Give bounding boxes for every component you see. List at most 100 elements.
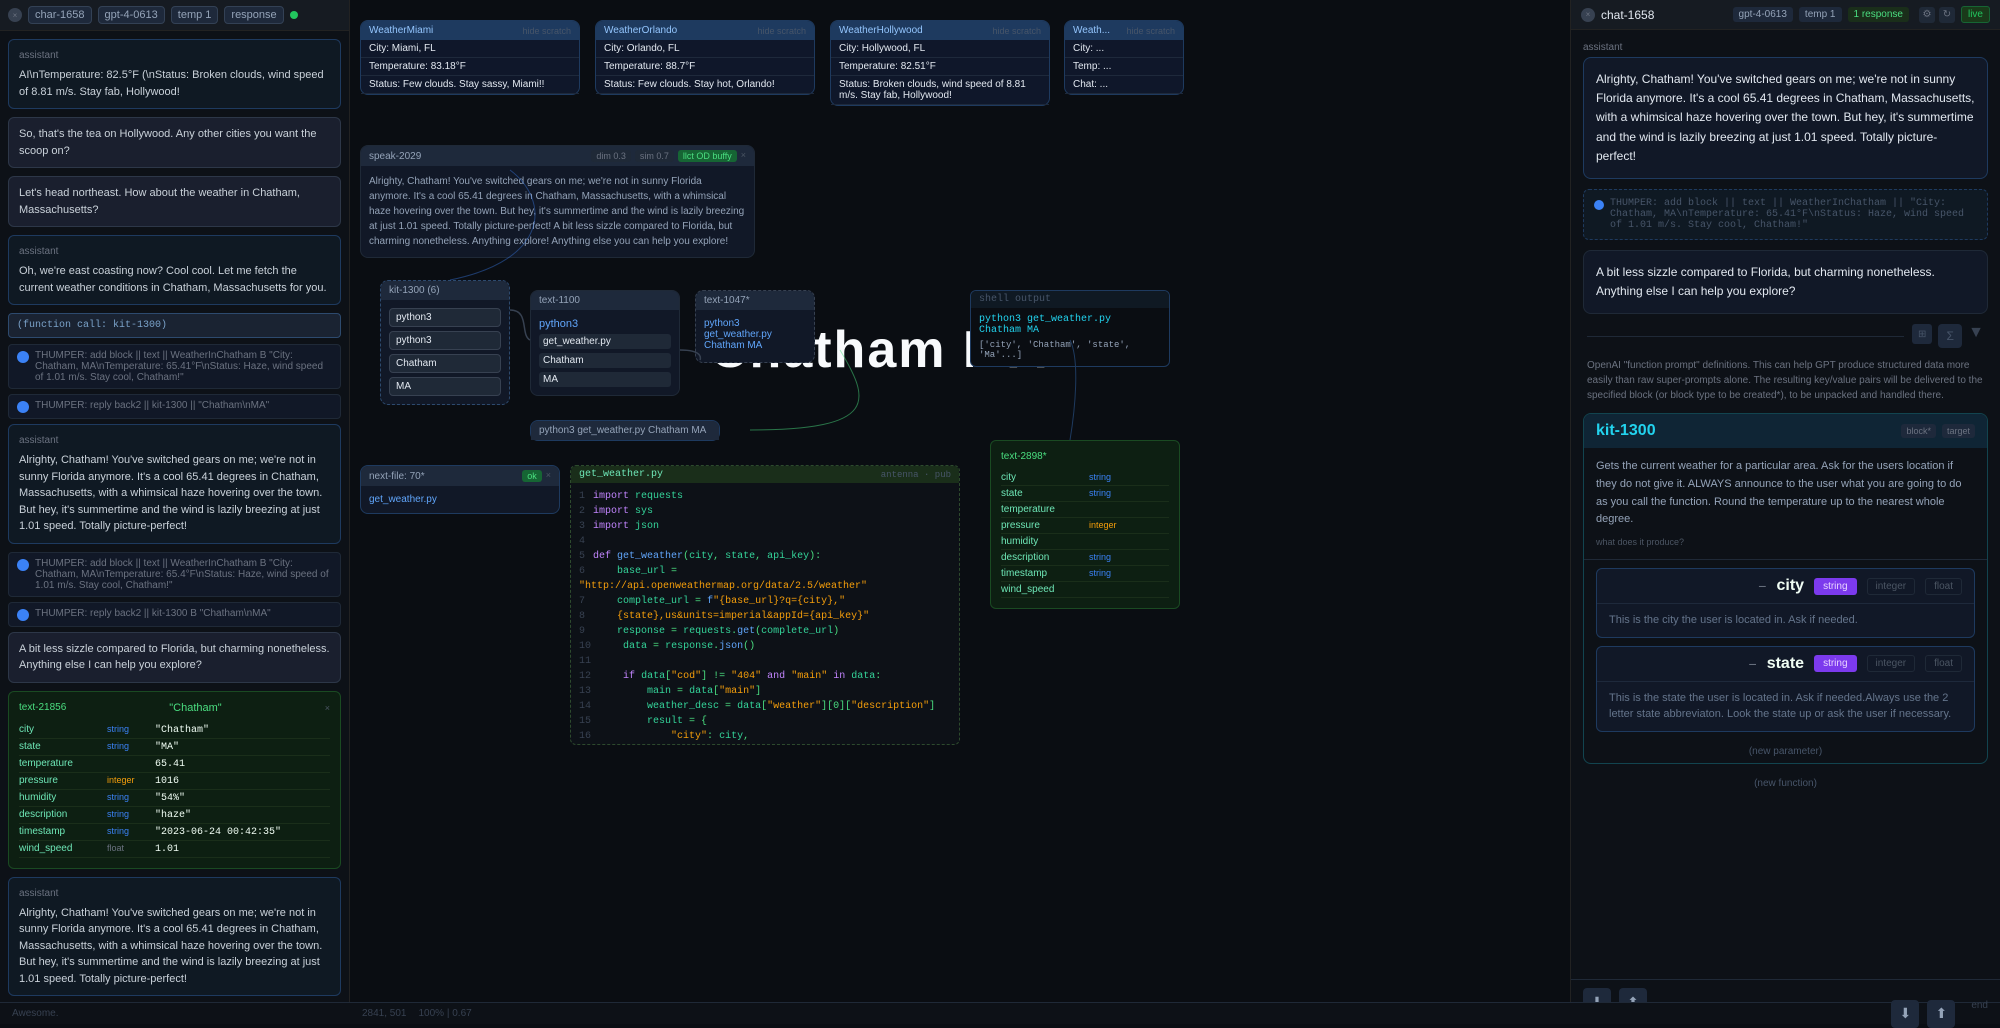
thumper-text-3: THUMPER: reply back2 || kit-1300 B "Chat… — [35, 608, 271, 619]
code-line-14: 14 weather_desc = data["weather"][0]["de… — [579, 699, 951, 714]
weather-orlando-temp: Temperature: 88.7°F — [596, 58, 814, 76]
close-button[interactable]: × — [8, 8, 22, 22]
right-kit-meta: block* target — [1901, 424, 1975, 438]
shell-output-text: ['city', 'Chatham', 'state', 'Ma'...] — [979, 340, 1161, 360]
right-kit-desc-text: Gets the current weather for a particula… — [1596, 460, 1961, 525]
code-line-8: 8 {state},us&units=imperial&appId={api_k… — [579, 609, 951, 624]
city-minus[interactable]: − — [1758, 578, 1766, 594]
code-line-4: 4 — [579, 534, 951, 549]
state-type-string[interactable]: string — [1814, 655, 1856, 672]
code-line-15: 15 result = { — [579, 714, 951, 729]
kit-input-chatham[interactable]: Chatham — [389, 354, 501, 373]
state-minus[interactable]: − — [1749, 656, 1757, 672]
next-file-badge-ok: ok — [522, 470, 542, 482]
hide-scratch-miami[interactable]: hide scratch — [522, 26, 571, 36]
next-file-node: next-file: 70* ok × get_weather.py — [360, 465, 560, 514]
thumper-text-0: THUMPER: add block || text || WeatherInC… — [35, 350, 332, 383]
thumper-line-3: THUMPER: reply back2 || kit-1300 B "Chat… — [8, 602, 341, 627]
right-close-button[interactable]: × — [1581, 8, 1595, 22]
kit-1300-id: kit-1300 (6) — [389, 285, 440, 296]
get-weather-py-1: get_weather.py — [539, 334, 671, 349]
text-1100-header: text-1100 — [531, 291, 679, 310]
message-user-1: Let's head northeast. How about the weat… — [8, 176, 341, 227]
thumper-icon-4 — [17, 609, 29, 621]
weather-partial-temp: Temp: ... — [1065, 58, 1183, 76]
code-line-10: 10 data = response.json() — [579, 639, 951, 654]
hide-scratch-hollywood[interactable]: hide scratch — [992, 26, 1041, 36]
canvas-zoom: 100% | 0.67 — [419, 1008, 472, 1019]
city-type-integer[interactable]: integer — [1867, 578, 1916, 595]
code-line-9: 9 response = requests.get(complete_url) — [579, 624, 951, 639]
code-filename: get_weather.py — [579, 469, 663, 480]
code-line-12: 12 if data["cod"] != "404" and "main" in… — [579, 669, 951, 684]
get-weather-py-label: get_weather.py — [369, 494, 551, 505]
settings-icon[interactable]: ⚙ — [1919, 7, 1935, 23]
data-block-header: text-21856 "Chatham" × — [19, 702, 330, 714]
divider-icons: ⊞ Σ ▼ — [1912, 324, 1984, 348]
canvas-coords: 2841, 501 — [362, 1008, 407, 1019]
thumper-icon — [17, 351, 29, 363]
kit-input-ma[interactable]: MA — [389, 377, 501, 396]
right-panel-header: × chat-1658 gpt-4-0613 temp 1 1 response… — [1571, 0, 2000, 30]
next-file-id: next-file: 70* — [369, 471, 425, 482]
hide-scratch-orlando[interactable]: hide scratch — [757, 26, 806, 36]
right-param-state-header: − state string integer float — [1597, 647, 1974, 682]
weather-hollywood-status: Status: Broken clouds, wind speed of 8.8… — [831, 76, 1049, 105]
assistant-label-4: assistant — [19, 886, 330, 901]
code-header: get_weather.py antenna · pub — [571, 466, 959, 483]
code-node: get_weather.py antenna · pub 1import req… — [570, 465, 960, 745]
text-1100-id: text-1100 — [539, 295, 580, 306]
text-1047-node: text-1047* python3 get_weather.py Chatha… — [695, 290, 815, 363]
kit-1300-header: kit-1300 (6) — [381, 281, 509, 300]
weather-orlando-title: WeatherOrlando — [604, 25, 677, 36]
text-1100-ma: MA — [539, 372, 671, 387]
t2898-humidity: humidity — [1001, 534, 1169, 550]
text-2898-header: text-2898* — [1001, 451, 1169, 462]
weather-miami-status: Status: Few clouds. Stay sassy, Miami!! — [361, 76, 579, 94]
weather-miami-title: WeatherMiami — [369, 25, 433, 36]
canvas-status-bar: 2841, 501 100% | 0.67 — [350, 1002, 1570, 1024]
speak-close[interactable]: × — [741, 150, 746, 162]
data-block-id: text-21856 — [19, 702, 66, 713]
t2898-wind-speed: wind_speed — [1001, 582, 1169, 598]
state-type-float[interactable]: float — [1925, 655, 1962, 672]
new-param-button[interactable]: (new parameter) — [1584, 740, 1987, 763]
city-type-float[interactable]: float — [1925, 578, 1962, 595]
scroll-down-icon[interactable]: ▼ — [1968, 324, 1984, 348]
grid-icon[interactable]: ⊞ — [1912, 324, 1932, 344]
sigma-icon[interactable]: Σ — [1938, 324, 1962, 348]
new-function-button[interactable]: (new function) — [1583, 774, 1988, 793]
data-row-wind-speed: wind_speed float 1.01 — [19, 841, 330, 858]
weather-miami-temp: Temperature: 83.18°F — [361, 58, 579, 76]
left-panel: × char-1658 gpt-4-0613 temp 1 response a… — [0, 0, 350, 1024]
data-row-pressure: pressure integer 1016 — [19, 773, 330, 790]
right-kit-title: kit-1300 — [1596, 422, 1656, 440]
weather-hollywood-city: City: Hollywood, FL — [831, 40, 1049, 58]
text-1047-header: text-1047* — [696, 291, 814, 310]
code-body: 1import requests 2import sys 3import jso… — [571, 483, 959, 745]
kit-input-python3-2[interactable]: python3 — [389, 331, 501, 350]
code-line-3: 3import json — [579, 519, 951, 534]
t2898-temperature: temperature — [1001, 502, 1169, 518]
t2898-timestamp: timestamp string — [1001, 566, 1169, 582]
data-block-close[interactable]: × — [325, 703, 330, 713]
right-kit-what[interactable]: what does it produce? — [1596, 535, 1975, 549]
right-divider: ⊞ Σ ▼ — [1583, 324, 1988, 348]
weather-orlando-city: City: Orlando, FL — [596, 40, 814, 58]
right-temp-badge: temp 1 — [1799, 7, 1842, 22]
hide-scratch-partial[interactable]: hide scratch — [1126, 26, 1175, 36]
shell-line-2: Chatham MA — [979, 325, 1161, 336]
refresh-icon[interactable]: ↻ — [1939, 7, 1955, 23]
thumper-icon-3 — [17, 559, 29, 571]
code-line-16: 16 "city": city, — [579, 729, 951, 744]
kit-input-python3-1[interactable]: python3 — [389, 308, 501, 327]
assistant-label-2: assistant — [19, 244, 330, 259]
state-type-integer[interactable]: integer — [1867, 655, 1916, 672]
state-param-name: state — [1767, 655, 1804, 673]
city-type-string[interactable]: string — [1814, 578, 1856, 595]
speak-2029-header: speak-2029 dim 0.3 sim 0.7 llct OD buffy… — [361, 146, 754, 166]
weather-partial-status: Chat: ... — [1065, 76, 1183, 94]
next-file-close[interactable]: × — [546, 470, 551, 482]
weather-partial-city: City: ... — [1065, 40, 1183, 58]
code-line-5: 5def get_weather(city, state, api_key): — [579, 549, 951, 564]
